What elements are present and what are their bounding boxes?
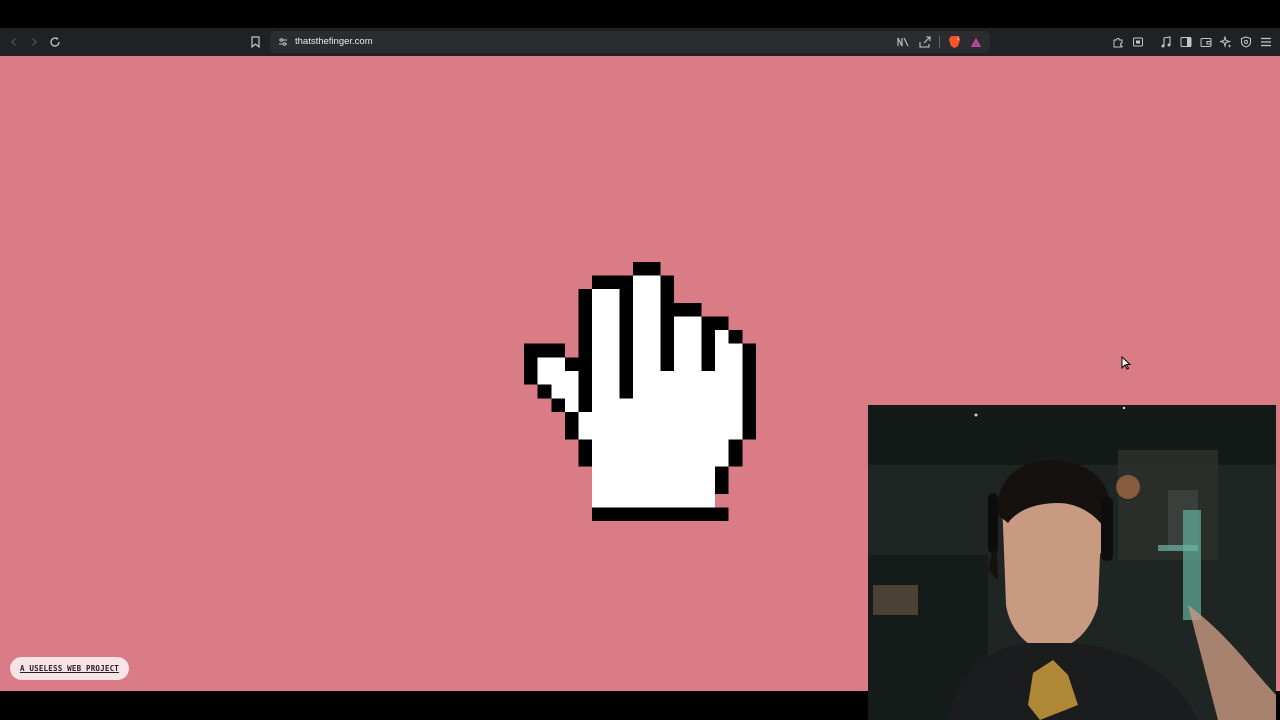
screenshot-icon[interactable] [1130,32,1146,52]
address-bar[interactable]: thatsthefinger.com 2 [270,31,990,53]
sidebar-icon[interactable] [1178,32,1194,52]
extensions-icon[interactable] [1110,32,1126,52]
browser-toolbar: thatsthefinger.com 2 [0,28,1280,56]
wallet-icon[interactable] [1198,32,1214,52]
reload-icon[interactable] [45,32,65,52]
brave-rewards-triangle-icon[interactable] [968,34,984,50]
hamburger-menu-icon[interactable] [1258,32,1274,52]
webcam-video-feed [868,405,1276,720]
leo-ai-icon[interactable] [1218,32,1234,52]
pixel-hand-cursor-icon [524,261,756,522]
webcam-overlay [868,405,1276,720]
url-separator [939,36,940,48]
forward-arrow-icon[interactable] [24,32,44,52]
share-icon[interactable] [917,34,933,50]
window-top-bar [0,0,1280,28]
bookmark-icon[interactable] [246,32,264,52]
music-note-icon[interactable] [1158,32,1174,52]
vpn-shield-icon[interactable] [1238,32,1254,52]
url-text[interactable]: thatsthefinger.com [295,35,373,49]
back-arrow-icon[interactable] [4,32,24,52]
site-info-icon[interactable] [275,34,291,50]
reader-mode-icon[interactable] [895,34,911,50]
brave-lion-icon[interactable]: 2 [946,34,962,50]
useless-web-project-link[interactable]: A USELESS WEB PROJECT [10,657,129,680]
mouse-pointer-icon [1121,356,1131,370]
